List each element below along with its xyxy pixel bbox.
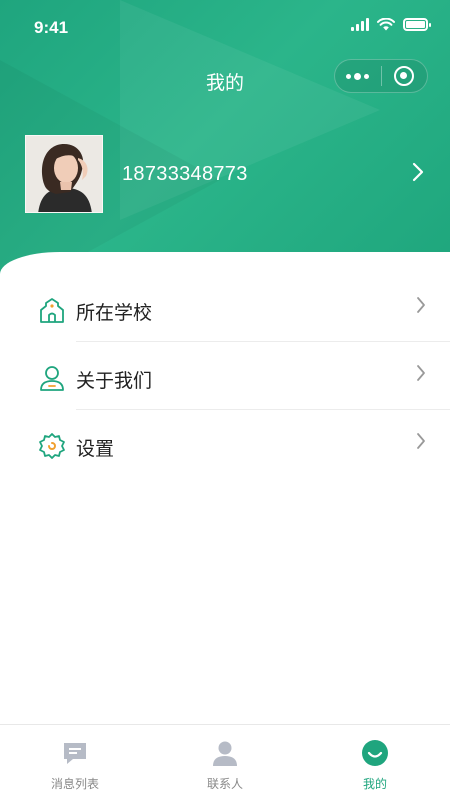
gear-icon (39, 433, 65, 459)
avatar (25, 135, 103, 213)
target-icon (394, 66, 415, 86)
status-bar: 9:41 (0, 0, 450, 56)
menu-item-school[interactable]: 所在学校 (0, 274, 450, 342)
person-icon (40, 366, 64, 391)
wifi-icon (377, 18, 395, 31)
tab-contacts[interactable]: 联系人 (150, 725, 300, 800)
battery-icon (403, 18, 431, 31)
menu-list: 所在学校 关于我们 设置 (0, 274, 450, 478)
menu-item-label: 所在学校 (76, 302, 153, 324)
more-dots-icon (346, 72, 370, 80)
status-icons (351, 18, 431, 31)
tab-label: 我的 (362, 777, 387, 791)
status-time: 9:41 (34, 18, 69, 37)
chevron-right-icon (417, 433, 425, 449)
me-icon (362, 740, 388, 766)
chevron-right-icon (412, 162, 424, 182)
menu-item-label: 设置 (76, 438, 115, 460)
contacts-icon (213, 741, 237, 766)
profile-row[interactable]: 18733348773 (0, 130, 450, 220)
chevron-right-icon (417, 297, 425, 313)
more-button[interactable] (335, 60, 381, 92)
message-icon (64, 743, 86, 764)
tab-me[interactable]: 我的 (300, 725, 450, 800)
menu-item-label: 关于我们 (76, 370, 153, 392)
signal-icon (351, 18, 369, 31)
menu-item-about[interactable]: 关于我们 (0, 342, 450, 410)
chevron-right-icon (417, 365, 425, 381)
school-icon (40, 298, 64, 323)
tab-label: 联系人 (206, 777, 243, 791)
tab-bar: 消息列表 联系人 我的 (0, 724, 450, 800)
tab-label: 消息列表 (50, 777, 99, 791)
miniprogram-capsule (334, 59, 428, 93)
tab-messages[interactable]: 消息列表 (0, 725, 150, 800)
user-phone: 18733348773 (122, 163, 248, 185)
menu-item-settings[interactable]: 设置 (0, 410, 450, 478)
close-miniprogram-button[interactable] (382, 60, 428, 92)
